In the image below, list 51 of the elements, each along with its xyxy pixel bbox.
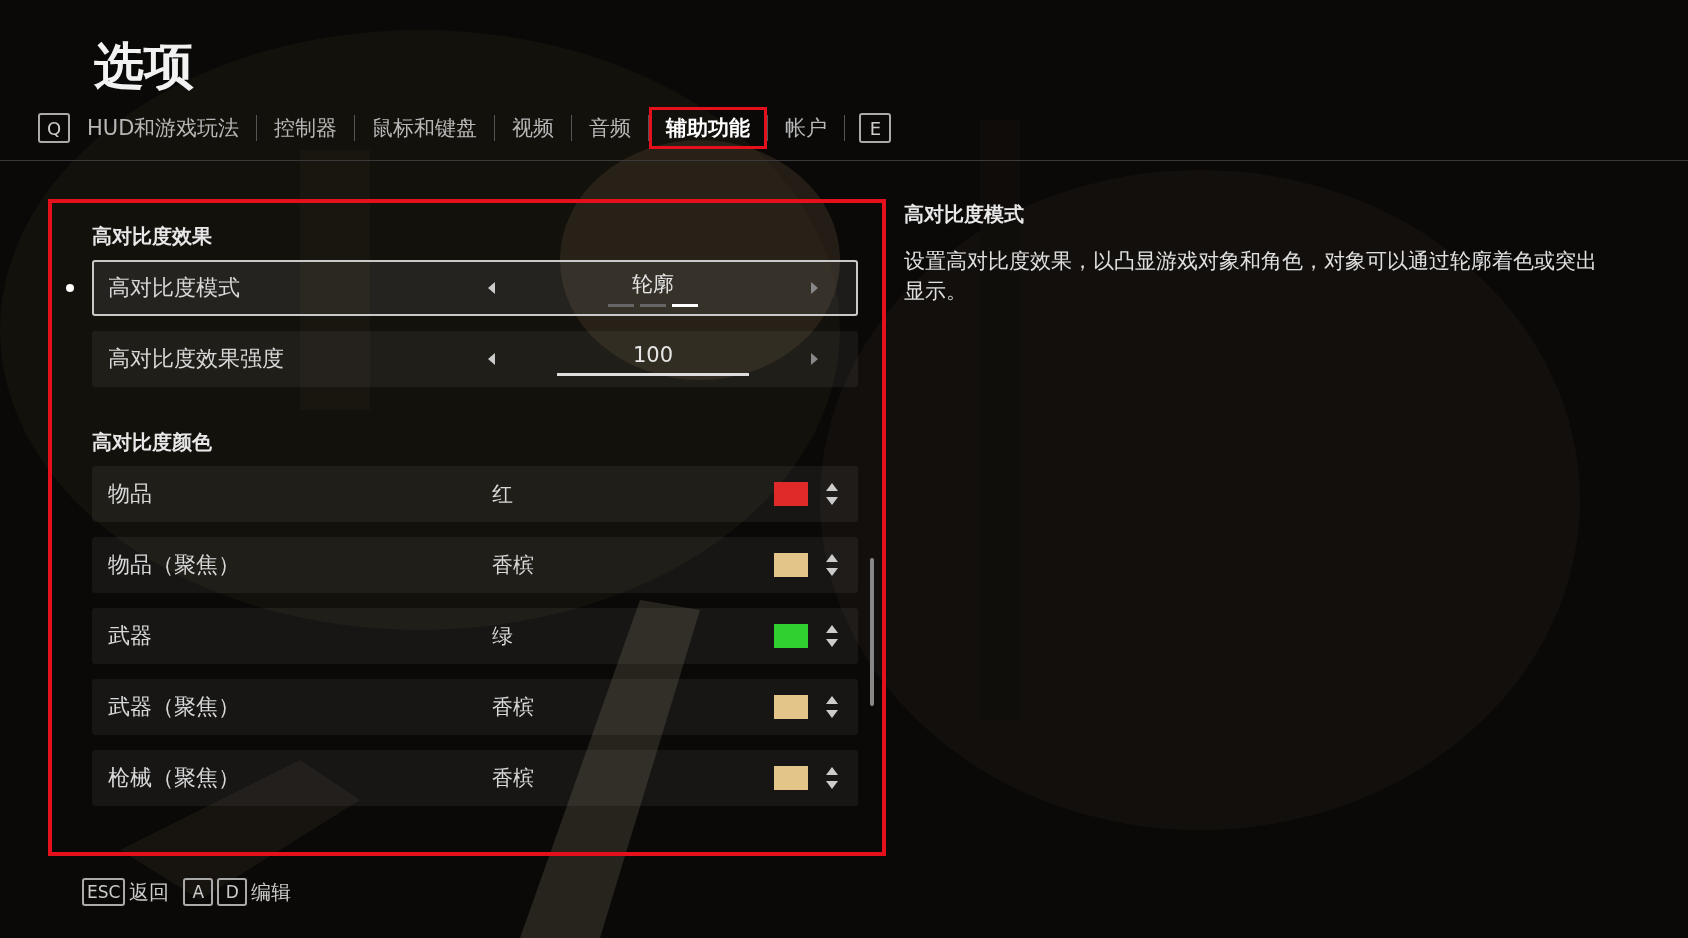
tab[interactable]: 鼠标和键盘 — [355, 107, 495, 149]
setting-label: 高对比度模式 — [108, 274, 241, 302]
right-arrow-icon — [810, 353, 818, 365]
setting-value: 红 — [491, 481, 514, 508]
up-down-arrows-icon — [826, 767, 838, 789]
key-hint: ESC — [82, 878, 126, 906]
up-down-arrows-icon — [826, 554, 838, 576]
setting-value: 绿 — [491, 623, 514, 650]
hint-label: 编辑 — [251, 878, 292, 906]
page-title: 选项 — [94, 36, 195, 97]
tab[interactable]: 辅助功能 — [649, 107, 768, 149]
setting-row[interactable]: 武器 绿 — [92, 608, 858, 664]
setting-row[interactable]: 高对比度模式 轮廓 — [92, 260, 858, 316]
setting-value: 轮廓 — [632, 270, 674, 298]
setting-label: 物品 — [108, 480, 153, 508]
setting-label: 武器（聚焦） — [108, 693, 241, 721]
setting-label: 武器 — [108, 622, 153, 650]
left-arrow-icon — [488, 282, 496, 294]
tab[interactable]: 帐户 — [768, 107, 845, 149]
setting-row[interactable]: 物品（聚焦） 香槟 — [92, 537, 858, 593]
hint-label: 返回 — [129, 878, 170, 906]
tab[interactable]: 音频 — [572, 107, 649, 149]
tab[interactable]: 视频 — [495, 107, 572, 149]
setting-label: 枪械（聚焦） — [108, 764, 241, 792]
setting-value: 香槟 — [491, 552, 535, 579]
tab[interactable]: HUD和游戏玩法 — [70, 107, 257, 149]
up-down-arrows-icon — [826, 696, 838, 718]
tab[interactable]: 控制器 — [257, 107, 355, 149]
tab-prev-key[interactable]: Q — [38, 113, 70, 143]
description-heading: 高对比度模式 — [904, 201, 1025, 228]
key-hint: A — [183, 878, 214, 906]
setting-label: 物品（聚焦） — [108, 551, 241, 579]
up-down-arrows-icon — [826, 625, 838, 647]
setting-label: 高对比度效果强度 — [108, 345, 285, 373]
tab-next-key[interactable]: E — [859, 113, 892, 143]
section-heading: 高对比度颜色 — [92, 429, 213, 456]
focus-bullet — [66, 284, 74, 292]
scrollbar[interactable] — [870, 558, 874, 706]
setting-value: 香槟 — [491, 694, 535, 721]
setting-row[interactable]: 物品 红 — [92, 466, 858, 522]
setting-value: 100 — [632, 342, 674, 367]
right-arrow-icon — [810, 282, 818, 294]
setting-row[interactable]: 高对比度效果强度 100 — [92, 331, 858, 387]
setting-row[interactable]: 枪械（聚焦） 香槟 — [92, 750, 858, 806]
left-arrow-icon — [488, 353, 496, 365]
description-text: 设置高对比度效果，以凸显游戏对象和角色，对象可以通过轮廓着色或突出显示。 — [904, 248, 1598, 305]
key-hint: D — [217, 878, 248, 906]
up-down-arrows-icon — [826, 483, 838, 505]
section-heading: 高对比度效果 — [92, 223, 213, 250]
setting-row[interactable]: 武器（聚焦） 香槟 — [92, 679, 858, 735]
setting-value: 香槟 — [491, 765, 535, 792]
